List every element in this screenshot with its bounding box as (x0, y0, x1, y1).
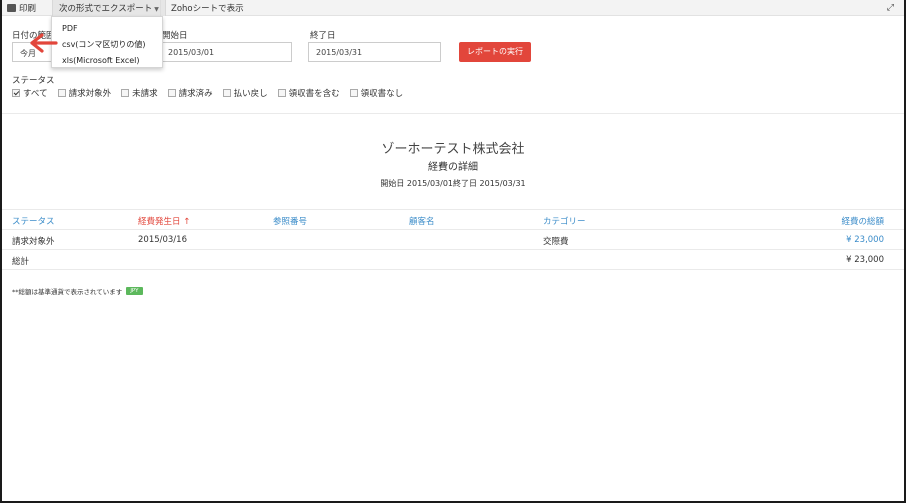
export-dropdown: PDF csv(コンマ区切りの値) xls(Microsoft Excel) (51, 16, 163, 68)
report-title: 経費の詳細 (428, 162, 478, 173)
start-date-input[interactable]: 2015/03/01 (160, 42, 292, 62)
status-checkbox-row: すべて 請求対象外 未請求 請求済み 払い戻し 領収書を含む 領収書なし (12, 87, 413, 99)
total-label: 総計 (12, 257, 30, 267)
status-checkbox-with-receipt[interactable]: 領収書を含む (277, 87, 340, 99)
checkbox-icon[interactable] (121, 89, 130, 97)
zoho-sheet-button[interactable]: Zohoシートで表示 (165, 2, 250, 14)
row-divider (2, 249, 904, 250)
print-button[interactable]: 印刷 (7, 2, 36, 14)
footnote-text: **総額は基準通貨で表示されています (12, 288, 123, 296)
export-label: 次の形式でエクスポート (59, 4, 153, 14)
cell-date: 2015/03/16 (138, 235, 187, 245)
status-checkbox-refund[interactable]: 払い戻し (222, 87, 268, 99)
end-date-label: 終了日 (310, 31, 336, 41)
table-top-divider (2, 209, 904, 210)
pointer-arrow-icon (30, 33, 58, 53)
export-menu-button[interactable]: 次の形式でエクスポート ▼ (52, 0, 166, 16)
checkbox-icon[interactable] (222, 89, 231, 97)
column-header-date-label: 経費発生日 (138, 217, 181, 227)
status-checkbox-non-billable[interactable]: 請求対象外 (57, 87, 112, 99)
column-header-customer[interactable]: 顧客名 (409, 215, 435, 227)
currency-badge: JPY (126, 287, 143, 295)
end-date-input[interactable]: 2015/03/31 (308, 42, 441, 62)
checkbox-label: 請求対象外 (68, 89, 112, 99)
total-amount: ¥ 23,000 (846, 255, 884, 265)
checkbox-label: 請求済み (178, 89, 213, 99)
filter-divider (2, 113, 904, 114)
checkbox-label: すべて (23, 89, 48, 99)
checkbox-label: 領収書なし (360, 89, 404, 99)
cell-status: 請求対象外 (12, 237, 55, 247)
company-name: ゾーホーテスト株式会社 (381, 142, 525, 157)
sort-asc-icon: ↑ (183, 217, 191, 227)
toolbar: 印刷 次の形式でエクスポート ▼ Zohoシートで表示 ⤢ (2, 0, 904, 16)
toolbar-divider (160, 0, 161, 16)
status-checkbox-unbilled[interactable]: 未請求 (121, 87, 158, 99)
export-csv-option[interactable]: csv(コンマ区切りの値) (52, 37, 162, 53)
checkbox-checked-icon[interactable] (12, 89, 20, 97)
export-pdf-option[interactable]: PDF (52, 21, 162, 37)
column-header-reference[interactable]: 参照番号 (273, 215, 307, 227)
status-checkbox-without-receipt[interactable]: 領収書なし (349, 87, 404, 99)
currency-footnote: **総額は基準通貨で表示されています JPY (12, 286, 143, 296)
column-header-status[interactable]: ステータス (12, 215, 55, 227)
checkbox-label: 未請求 (132, 89, 158, 99)
status-checkbox-all[interactable]: すべて (12, 87, 48, 99)
print-label: 印刷 (19, 4, 37, 14)
status-label: ステータス (12, 76, 55, 86)
export-xls-option[interactable]: xls(Microsoft Excel) (52, 53, 162, 69)
column-header-amount[interactable]: 経費の総額 (784, 215, 884, 227)
status-checkbox-billed[interactable]: 請求済み (167, 87, 213, 99)
column-header-date[interactable]: 経費発生日 ↑ (138, 215, 190, 227)
column-header-category[interactable]: カテゴリー (543, 215, 586, 227)
printer-icon (7, 4, 16, 12)
start-date-label: 開始日 (162, 31, 188, 41)
expand-icon[interactable]: ⤢ (887, 3, 894, 13)
checkbox-label: 領収書を含む (288, 89, 340, 99)
header-divider (2, 229, 904, 230)
report-window: 印刷 次の形式でエクスポート ▼ Zohoシートで表示 ⤢ PDF csv(コンマ… (2, 0, 904, 501)
checkbox-icon[interactable] (57, 89, 66, 97)
run-report-button[interactable]: レポートの実行 (459, 42, 531, 62)
checkbox-label: 払い戻し (233, 89, 268, 99)
caret-down-icon: ▼ (154, 6, 159, 13)
checkbox-icon[interactable] (277, 89, 286, 97)
checkbox-icon[interactable] (349, 89, 358, 97)
checkbox-icon[interactable] (167, 89, 176, 97)
cell-category: 交際費 (543, 237, 569, 247)
cell-amount-link[interactable]: ¥ 23,000 (784, 235, 884, 245)
report-period: 開始日 2015/03/01終了日 2015/03/31 (380, 179, 526, 188)
total-divider (2, 269, 904, 270)
